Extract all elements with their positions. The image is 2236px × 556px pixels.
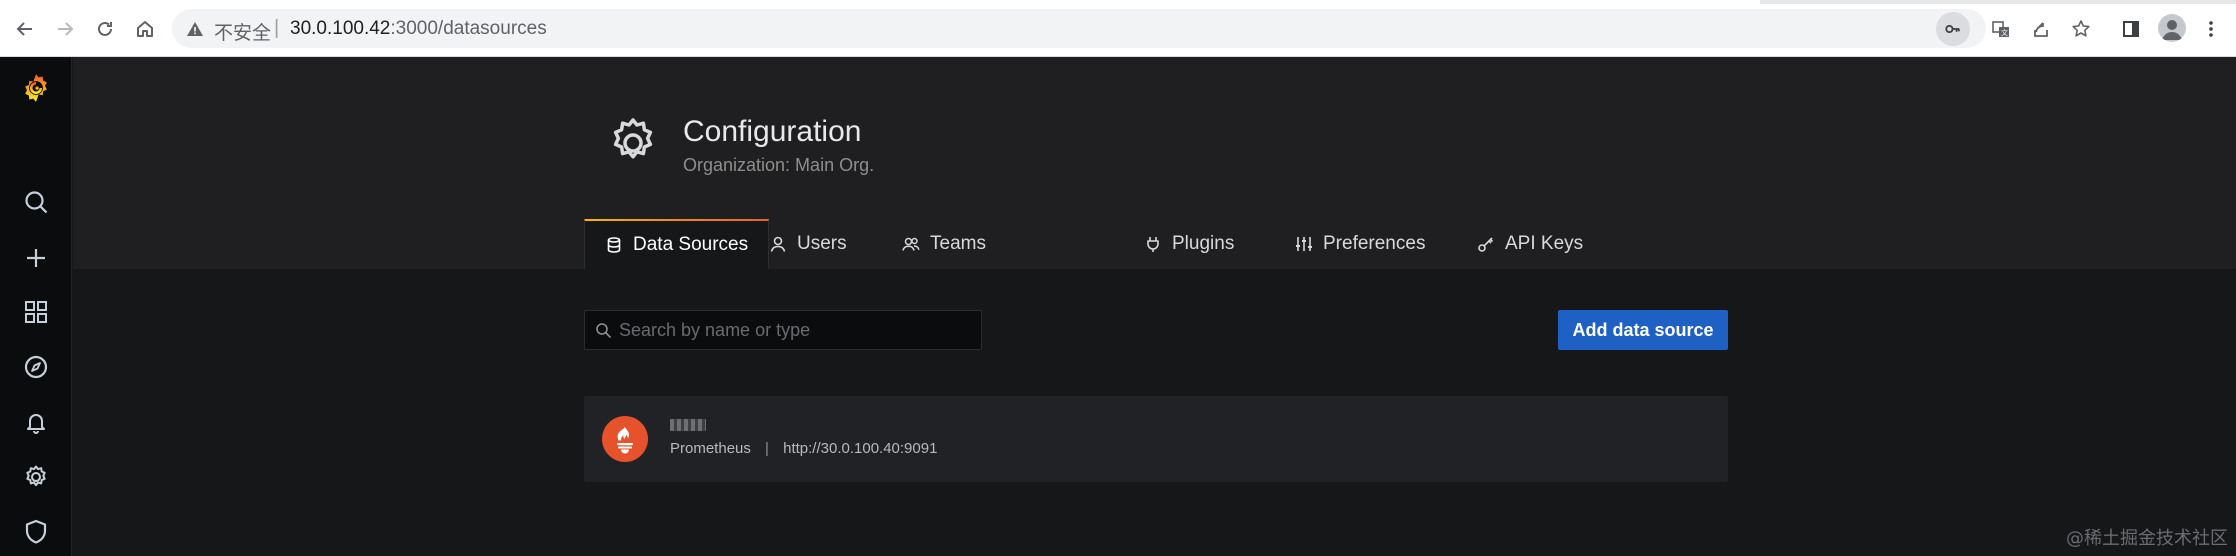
shield-icon — [25, 519, 47, 544]
search-icon — [596, 323, 612, 339]
side-menu — [0, 57, 72, 556]
tab-plugins[interactable]: Plugins — [1144, 219, 1234, 269]
browser-toolbar: 不安全 | 30.0.100.42:3000/datasources 文 — [0, 0, 2236, 57]
tab-label: Data Sources — [633, 234, 749, 255]
tab-label: Teams — [930, 233, 986, 254]
sliders-icon — [1296, 237, 1312, 251]
browser-menu-button[interactable] — [2196, 14, 2226, 44]
gear-icon — [613, 118, 653, 159]
search-icon — [25, 191, 48, 214]
tab-data-sources[interactable]: Data Sources — [584, 219, 770, 269]
dashboards-icon — [25, 301, 47, 323]
datasource-name-redacted[interactable] — [670, 419, 706, 431]
grafana-logo-icon — [25, 74, 47, 102]
key-icon — [1478, 237, 1494, 252]
tab-api-keys[interactable]: API Keys — [1477, 219, 1583, 269]
key-icon — [1945, 24, 1960, 34]
sidebar-item-create[interactable] — [17, 239, 55, 277]
home-button[interactable] — [130, 14, 160, 44]
tab-label: Plugins — [1172, 233, 1235, 254]
reload-icon — [98, 21, 112, 36]
search-field[interactable] — [584, 310, 982, 350]
add-data-source-button[interactable]: Add data source — [1558, 310, 1728, 350]
tab-preferences[interactable]: Preferences — [1295, 219, 1425, 269]
password-key-button[interactable] — [1936, 12, 1970, 46]
reload-button[interactable] — [90, 14, 120, 44]
tab-label: Preferences — [1323, 233, 1426, 254]
datasource-logo — [602, 416, 648, 462]
page-header: Configuration Organization: Main Org. Da… — [73, 57, 2236, 269]
watermark: @稀土掘金技术社区 — [2066, 528, 2228, 549]
svg-text:文: 文 — [2001, 28, 2008, 37]
plug-icon — [1147, 237, 1159, 252]
datasource-type: Prometheus — [670, 440, 751, 457]
compass-icon — [24, 355, 48, 379]
translate-button[interactable]: 文 — [1986, 14, 2016, 44]
datasource-meta: Prometheus | http://30.0.100.40:9091 — [670, 440, 937, 457]
user-icon — [770, 236, 786, 252]
url-text[interactable]: 30.0.100.42:3000/datasources — [290, 18, 547, 40]
side-panel-button[interactable] — [2116, 14, 2146, 44]
star-icon — [2072, 20, 2090, 37]
side-panel-icon — [2123, 21, 2139, 37]
home-icon — [137, 21, 153, 37]
avatar-icon — [2162, 20, 2182, 40]
forward-button[interactable] — [50, 14, 80, 44]
translate-icon: 文 — [1992, 21, 2009, 37]
sidebar-item-server-admin[interactable] — [17, 513, 55, 551]
tab-users[interactable]: Users — [769, 219, 847, 269]
users-icon — [902, 237, 920, 251]
plus-icon — [27, 249, 45, 267]
meta-separator: | — [765, 440, 769, 457]
page-subtitle: Organization: Main Org. — [683, 155, 875, 175]
tab-strip-edge — [1760, 0, 2236, 4]
warning-icon — [187, 22, 203, 36]
tab-label: Users — [797, 233, 847, 254]
url-path: :3000/datasources — [390, 18, 547, 39]
arrow-right-icon — [58, 22, 74, 36]
profile-avatar[interactable] — [2158, 14, 2186, 42]
prometheus-icon — [617, 427, 633, 454]
tab-teams[interactable]: Teams — [902, 219, 986, 269]
bookmark-button[interactable] — [2066, 14, 2096, 44]
sidebar-item-search[interactable] — [17, 183, 55, 221]
kebab-menu-icon — [2209, 21, 2213, 37]
address-bar[interactable]: 不安全 | 30.0.100.42:3000/datasources — [172, 9, 1986, 48]
datasource-url: http://30.0.100.40:9091 — [783, 440, 938, 457]
sidebar-item-dashboards[interactable] — [17, 293, 55, 331]
bell-icon — [27, 414, 45, 434]
sidebar-item-alerting[interactable] — [17, 403, 55, 441]
share-button[interactable] — [2026, 14, 2056, 44]
sidebar-item-explore[interactable] — [17, 348, 55, 386]
grafana-home-link[interactable] — [17, 69, 55, 107]
share-icon — [2034, 22, 2048, 37]
security-status[interactable]: 不安全 — [214, 18, 271, 45]
url-host: 30.0.100.42 — [290, 18, 391, 39]
arrow-left-icon — [16, 22, 32, 36]
gear-icon — [26, 465, 46, 487]
tab-label: API Keys — [1505, 233, 1584, 254]
address-separator: | — [274, 17, 280, 39]
sidebar-item-configuration[interactable] — [17, 458, 55, 496]
datasource-card[interactable]: Prometheus | http://30.0.100.40:9091 — [584, 396, 1728, 482]
database-icon — [607, 237, 621, 253]
page-title: Configuration — [683, 115, 862, 148]
back-button[interactable] — [10, 14, 40, 44]
search-input[interactable] — [619, 311, 969, 349]
